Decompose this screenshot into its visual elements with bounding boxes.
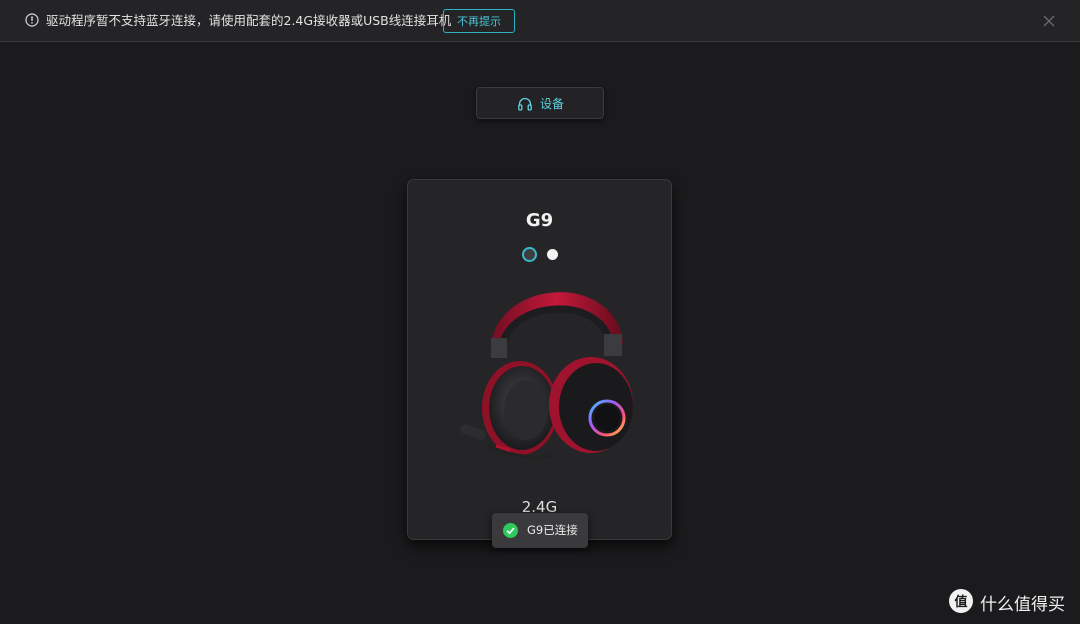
notification-banner: 驱动程序暂不支持蓝牙连接，请使用配套的2.4G接收器或USB线连接耳机 不再提示 bbox=[0, 0, 1080, 42]
watermark-text: 什么值得买 bbox=[980, 595, 1065, 615]
svg-text:值: 值 bbox=[954, 594, 967, 610]
device-card[interactable]: G9 2.4G bbox=[407, 179, 672, 540]
headphones-icon bbox=[518, 97, 532, 111]
info-circle-icon bbox=[25, 13, 39, 27]
device-name: G9 bbox=[525, 210, 554, 231]
devices-button-label: 设备 bbox=[540, 97, 565, 111]
banner-message: 驱动程序暂不支持蓝牙连接，请使用配套的2.4G接收器或USB线连接耳机 bbox=[46, 13, 452, 28]
dont-show-again-button[interactable]: 不再提示 bbox=[443, 9, 515, 33]
close-icon[interactable] bbox=[1042, 14, 1056, 28]
connected-toast: G9已连接 bbox=[492, 513, 588, 548]
color-option-dark[interactable] bbox=[522, 247, 537, 262]
devices-button[interactable]: 设备 bbox=[476, 87, 604, 119]
smzdm-logo-icon: 值 bbox=[949, 589, 973, 613]
headset-image bbox=[460, 292, 633, 459]
toast-text: G9已连接 bbox=[527, 523, 578, 537]
check-circle-icon bbox=[503, 523, 518, 538]
color-option-white[interactable] bbox=[547, 249, 558, 260]
